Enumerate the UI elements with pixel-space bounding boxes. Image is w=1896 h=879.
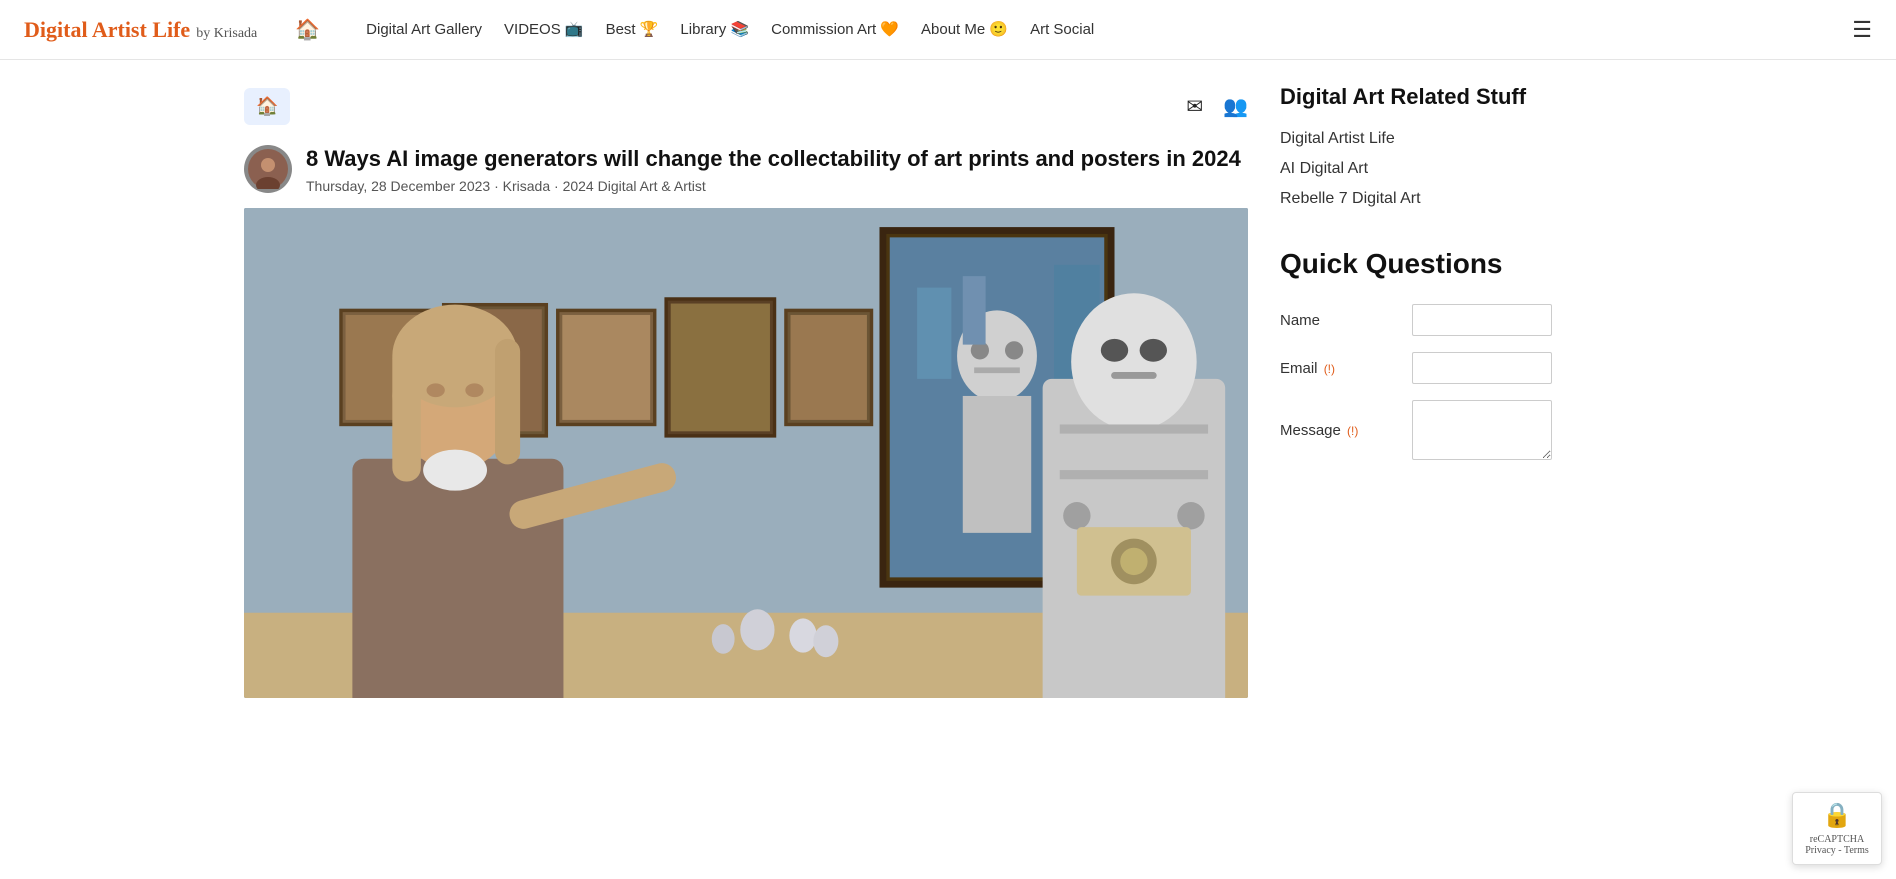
logo-main: Digital Artist Life (24, 17, 190, 43)
nav-link-about-me[interactable]: About Me 🙂 (913, 15, 1016, 44)
article-author: Krisada (503, 178, 550, 194)
nav-home-link[interactable]: 🏠 (285, 11, 330, 48)
email-icon[interactable]: ✉ (1186, 94, 1203, 119)
nav-links-list: Digital Art GalleryVIDEOS 📺Best 🏆Library… (358, 20, 1824, 39)
sidebar-related-section: Digital Art Related Stuff Digital Artist… (1280, 84, 1628, 208)
recaptcha-icon: 🔒 (1803, 801, 1871, 830)
email-field-row: Email (!) (1280, 352, 1628, 384)
article-header: 8 Ways AI image generators will change t… (244, 145, 1248, 194)
article-date: Thursday, 28 December 2023 (306, 178, 490, 194)
toolbar-icons: ✉ 👥 (1186, 94, 1248, 119)
page-container: 🏠 ✉ 👥 8 Ways AI image generators will ch… (228, 60, 1668, 714)
users-icon[interactable]: 👥 (1223, 94, 1248, 119)
main-content: 🏠 ✉ 👥 8 Ways AI image generators will ch… (244, 60, 1264, 714)
nav-link-commission-art[interactable]: Commission Art 🧡 (763, 15, 907, 44)
quick-questions-title: Quick Questions (1280, 248, 1628, 280)
sidebar-related-link[interactable]: Digital Artist Life (1280, 130, 1395, 147)
article-category: 2024 Digital Art & Artist (563, 178, 706, 194)
nav-link-art-social[interactable]: Art Social (1022, 15, 1102, 44)
avatar (244, 145, 292, 193)
email-label: Email (!) (1280, 360, 1400, 377)
email-required: (!) (1324, 362, 1335, 376)
email-input[interactable] (1412, 352, 1552, 384)
nav-link-library[interactable]: Library 📚 (672, 15, 757, 44)
name-field-row: Name (1280, 304, 1628, 336)
message-textarea[interactable] (1412, 400, 1552, 460)
nav-link-best[interactable]: Best 🏆 (598, 15, 667, 44)
sidebar-related-link[interactable]: AI Digital Art (1280, 160, 1368, 177)
article-meta-info: Thursday, 28 December 2023 · Krisada · 2… (306, 178, 1241, 194)
name-input[interactable] (1412, 304, 1552, 336)
sidebar-related-links: Digital Artist Life AI Digital Art Rebelle… (1280, 130, 1628, 208)
featured-image (244, 208, 1248, 698)
sidebar-quick-questions-section: Quick Questions Name Email (!) Message (… (1280, 248, 1628, 460)
hamburger-menu[interactable]: ☰ (1852, 17, 1872, 43)
article-meta: 8 Ways AI image generators will change t… (306, 145, 1241, 194)
meta-sep1: · (494, 178, 503, 194)
sidebar-related-title: Digital Art Related Stuff (1280, 84, 1628, 110)
main-nav: Digital Artist Life by Krisada 🏠 Digital… (0, 0, 1896, 60)
sidebar: Digital Art Related Stuff Digital Artist… (1264, 60, 1644, 714)
recaptcha-text: reCAPTCHAPrivacy - Terms (1805, 834, 1869, 856)
nav-link-digital-art-gallery[interactable]: Digital Art Gallery (358, 15, 490, 44)
site-logo[interactable]: Digital Artist Life by Krisada (24, 17, 257, 43)
meta-sep2: · (554, 178, 563, 194)
name-label: Name (1280, 312, 1400, 329)
sidebar-related-link[interactable]: Rebelle 7 Digital Art (1280, 190, 1421, 207)
article: 8 Ways AI image generators will change t… (244, 145, 1248, 698)
home-button[interactable]: 🏠 (244, 88, 290, 125)
message-field-row: Message (!) (1280, 400, 1628, 460)
recaptcha-badge: 🔒 reCAPTCHAPrivacy - Terms (1792, 792, 1882, 865)
logo-sub: by Krisada (196, 26, 257, 42)
nav-link-videos[interactable]: VIDEOS 📺 (496, 15, 592, 44)
message-label: Message (!) (1280, 422, 1400, 439)
message-required: (!) (1347, 424, 1358, 438)
toolbar: 🏠 ✉ 👥 (244, 76, 1248, 137)
article-title: 8 Ways AI image generators will change t… (306, 145, 1241, 174)
